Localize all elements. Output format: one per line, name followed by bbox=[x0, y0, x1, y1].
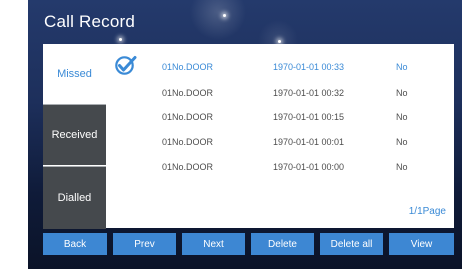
tab-dialled-label: Dialled bbox=[57, 192, 92, 204]
next-button[interactable]: Next bbox=[182, 233, 245, 255]
record-door: 01No.DOOR bbox=[162, 112, 214, 122]
page-title: Call Record bbox=[44, 12, 136, 31]
tab-received[interactable]: Received bbox=[43, 104, 106, 165]
record-time: 1970-01-01 00:00 bbox=[273, 162, 345, 172]
action-bar: Back Prev Next Delete Delete all View bbox=[43, 233, 454, 255]
record-time: 1970-01-01 00:15 bbox=[273, 112, 345, 122]
record-row[interactable]: 01No.DOOR 1970-01-01 00:00 No bbox=[106, 156, 454, 178]
record-row[interactable]: 01No.DOOR 1970-01-01 00:33 No bbox=[106, 56, 454, 78]
record-status: No bbox=[396, 137, 408, 147]
record-door: 01No.DOOR bbox=[162, 88, 214, 98]
record-door: 01No.DOOR bbox=[162, 162, 214, 172]
record-time: 1970-01-01 00:33 bbox=[273, 62, 345, 72]
tab-missed-label: Missed bbox=[57, 68, 92, 80]
delete-button[interactable]: Delete bbox=[251, 233, 314, 255]
record-door: 01No.DOOR bbox=[162, 137, 214, 147]
tab-missed[interactable]: Missed bbox=[43, 44, 106, 104]
page-indicator: 1/1Page bbox=[408, 206, 446, 217]
tab-dialled[interactable]: Dialled bbox=[43, 166, 106, 229]
record-door: 01No.DOOR bbox=[162, 62, 214, 72]
record-status: No bbox=[396, 112, 408, 122]
record-row[interactable]: 01No.DOOR 1970-01-01 00:15 No bbox=[106, 106, 454, 128]
back-button[interactable]: Back bbox=[43, 233, 107, 255]
delete-all-button[interactable]: Delete all bbox=[320, 233, 383, 255]
tab-received-label: Received bbox=[51, 129, 98, 141]
prev-button[interactable]: Prev bbox=[113, 233, 176, 255]
record-status: No bbox=[396, 162, 408, 172]
decorative-star bbox=[278, 40, 281, 43]
view-button[interactable]: View bbox=[389, 233, 454, 255]
record-time: 1970-01-01 00:32 bbox=[273, 88, 345, 98]
call-record-screen: Call Record Missed Received Dialled 01No… bbox=[28, 0, 462, 269]
record-status: No bbox=[396, 88, 408, 98]
record-row[interactable]: 01No.DOOR 1970-01-01 00:01 No bbox=[106, 131, 454, 153]
decorative-star bbox=[223, 14, 226, 17]
decorative-star bbox=[119, 38, 122, 41]
record-panel: Missed Received Dialled 01No.DOOR 1970-0… bbox=[43, 44, 454, 229]
record-row[interactable]: 01No.DOOR 1970-01-01 00:32 No bbox=[106, 82, 454, 104]
record-time: 1970-01-01 00:01 bbox=[273, 137, 345, 147]
record-status: No bbox=[396, 62, 408, 72]
